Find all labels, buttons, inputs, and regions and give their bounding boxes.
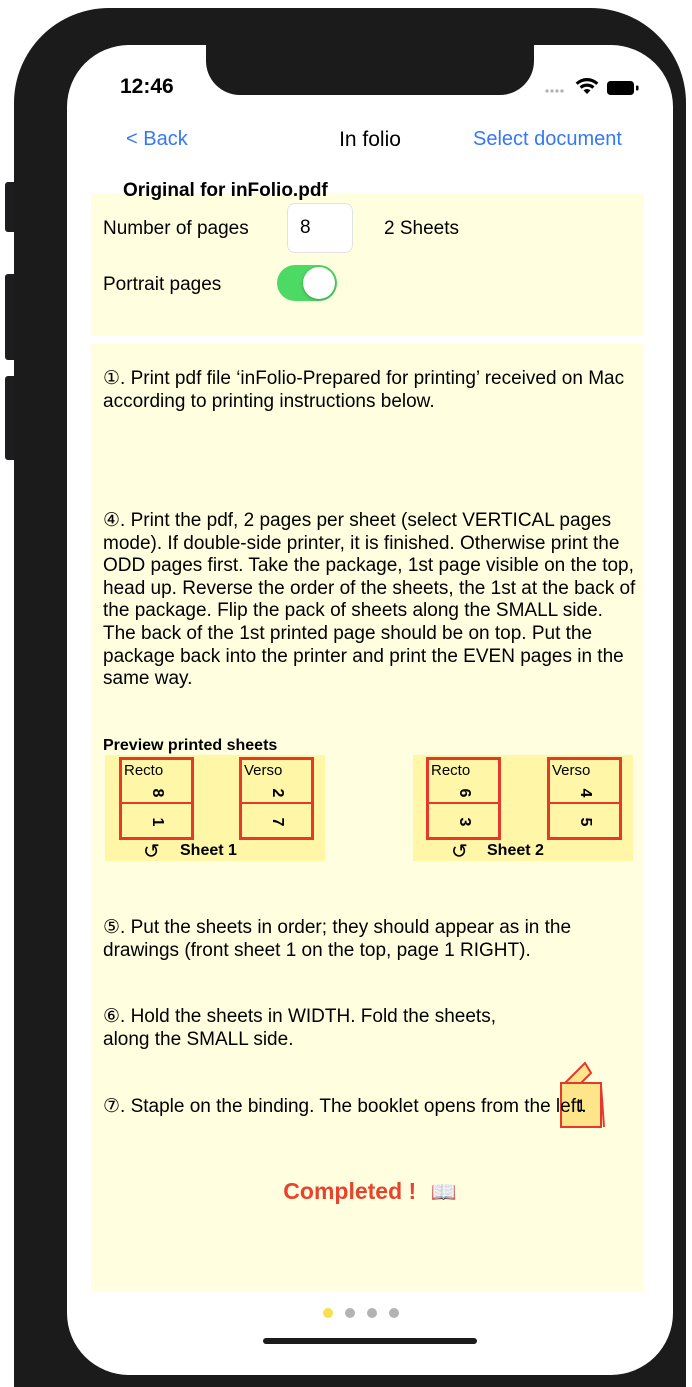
portrait-toggle[interactable]	[277, 265, 337, 301]
preview-title: Preview printed sheets	[103, 737, 278, 754]
page-number: 8	[149, 788, 166, 798]
completed-text: Completed !	[283, 1178, 417, 1204]
pages-input[interactable]: 8	[287, 203, 353, 253]
screen: 12:46 < Back In folio Select document Or…	[67, 45, 673, 1375]
select-document-button[interactable]: Select document	[473, 128, 622, 151]
folded-booklet-icon: 1	[560, 1061, 605, 1128]
original-settings-panel	[91, 193, 644, 336]
sheet-2-label: Sheet 2	[487, 842, 544, 859]
sheet-1-verso: Verso 2 7	[239, 757, 314, 840]
page-number: 7	[269, 817, 286, 827]
rotate-ccw-icon: ↺	[451, 841, 468, 863]
phone-frame: 12:46 < Back In folio Select document Or…	[14, 8, 686, 1387]
sheet-2-recto: Recto 6 3	[426, 757, 501, 840]
step-6-text: ⑥. Hold the sheets in WIDTH. Fold the sh…	[103, 1006, 496, 1050]
open-book-icon: 📖	[430, 1181, 457, 1204]
page-number: 3	[456, 817, 473, 827]
notch	[206, 45, 534, 95]
page-dot-2[interactable]	[345, 1308, 355, 1318]
sheet-2-verso: Verso 4 5	[547, 757, 622, 840]
sheet-1-label: Sheet 1	[180, 842, 237, 859]
verso-label: Verso	[552, 762, 591, 779]
page-dot-1[interactable]	[323, 1308, 333, 1318]
page-number: 4	[577, 788, 594, 798]
page-dot-3[interactable]	[367, 1308, 377, 1318]
status-icons	[545, 78, 639, 95]
page-number: 5	[577, 817, 594, 827]
recto-label: Recto	[124, 762, 164, 779]
page-dot-4[interactable]	[389, 1308, 399, 1318]
battery-icon	[607, 81, 639, 95]
step-1-text: ①. Print pdf file ‘inFolio-Prepared for …	[103, 368, 625, 412]
original-title: Original for inFolio.pdf	[123, 180, 328, 201]
completed-message: Completed ! 📖	[67, 1178, 673, 1205]
step-5-text: ⑤. Put the sheets in order; they should …	[103, 917, 572, 961]
page-number: 1	[149, 817, 166, 827]
home-indicator[interactable]	[263, 1338, 477, 1344]
sheet-1-recto: Recto 8 1	[119, 757, 194, 840]
page-number: 6	[456, 788, 473, 798]
page-indicator[interactable]	[323, 1308, 399, 1318]
status-time: 12:46	[120, 75, 174, 98]
signal-icon	[545, 89, 564, 93]
rotate-ccw-icon: ↺	[143, 841, 160, 863]
pages-label: Number of pages	[103, 218, 249, 239]
step-4-text: ④. Print the pdf, 2 pages per sheet (sel…	[103, 510, 636, 690]
page-number: 2	[269, 788, 286, 798]
nav-title: In folio	[339, 128, 401, 151]
sheets-count: 2 Sheets	[384, 218, 459, 239]
wifi-icon	[575, 78, 599, 94]
back-button[interactable]: < Back	[126, 128, 188, 151]
verso-label: Verso	[244, 762, 283, 779]
portrait-label: Portrait pages	[103, 274, 222, 295]
step-7-text: ⑦. Staple on the binding. The booklet op…	[103, 1096, 587, 1117]
recto-label: Recto	[431, 762, 471, 779]
toggle-knob	[303, 267, 335, 299]
